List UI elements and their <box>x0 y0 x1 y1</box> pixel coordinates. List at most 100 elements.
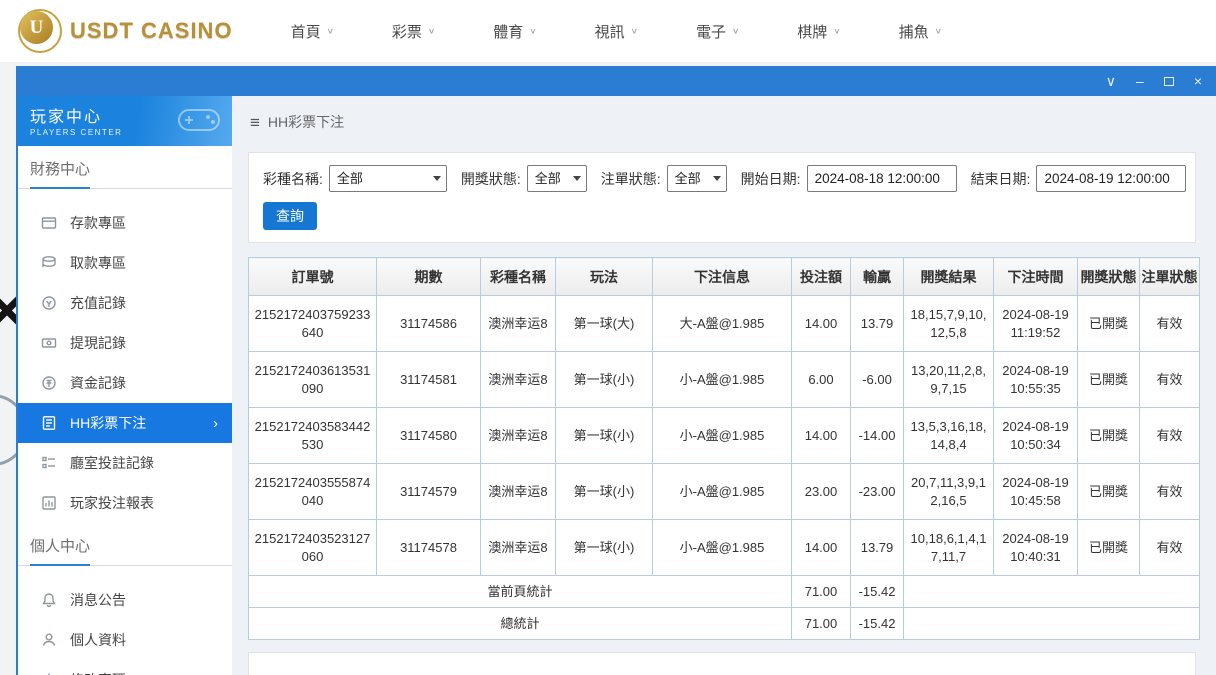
menu-toggle-icon[interactable]: ≡ <box>250 114 260 131</box>
cell-win-loss: -6.00 <box>850 351 904 408</box>
cell-bet-time: 2024-08-19 10:40:31 <box>993 519 1078 576</box>
sidebar-item-player-bet-report[interactable]: 玩家投注報表 <box>18 483 232 523</box>
draw-status-select-wrap: 全部 <box>526 165 587 192</box>
cell-bet-info: 小-A盤@1.985 <box>652 519 792 576</box>
cell-draw-status: 已開獎 <box>1077 407 1140 464</box>
col-header-period: 期數 <box>376 257 481 296</box>
search-button[interactable]: 查詢 <box>263 202 317 230</box>
table-row: 2152172403555874040 31174579 澳洲幸运8 第一球(小… <box>248 463 1200 520</box>
summary-row-current-page: 當前頁統計 71.00 -15.42 <box>248 575 1200 608</box>
nav-item-lottery[interactable]: 彩票 ∨ <box>392 21 435 42</box>
sidebar-items-personal: 消息公告 個人資料 修改密碼 <box>18 566 232 675</box>
collapse-chevron-icon[interactable]: ∨ <box>1106 74 1116 88</box>
sidebar-section-finance: 財務中心 <box>18 146 232 189</box>
table-header-row: 訂單號 期數 彩種名稱 玩法 下注信息 投注額 輸贏 開獎結果 下注時間 開獎狀… <box>248 257 1200 296</box>
col-header-bet-info: 下注信息 <box>652 257 792 296</box>
sidebar-item-withdraw[interactable]: 取款專區 <box>18 243 232 283</box>
lottery-bet-icon <box>40 415 57 432</box>
cell-draw-status: 已開獎 <box>1077 295 1140 352</box>
profile-icon <box>40 632 57 649</box>
cell-order-no: 2152172403523127060 <box>248 519 377 576</box>
cell-lottery-name: 澳洲幸运8 <box>480 463 556 520</box>
chevron-down-icon: ∨ <box>833 26 841 36</box>
sidebar-item-hall-bet-records[interactable]: 廳室投註記錄 <box>18 443 232 483</box>
nav-label: 電子 <box>695 23 726 41</box>
window-titlebar: ∨ – × <box>18 66 1216 96</box>
nav-label: 棋牌 <box>797 23 828 41</box>
order-status-select[interactable]: 全部 <box>667 166 726 191</box>
cell-bet-time: 2024-08-19 10:50:34 <box>993 407 1078 464</box>
nav-item-live[interactable]: 視訊 ∨ <box>595 21 638 42</box>
sidebar-item-announcements[interactable]: 消息公告 <box>18 580 232 620</box>
sidebar-item-hh-lottery-bets[interactable]: HH彩票下注 › <box>18 403 232 443</box>
sidebar-item-label: 取款專區 <box>70 255 126 271</box>
cell-period: 31174579 <box>376 463 481 520</box>
cell-period: 31174578 <box>376 519 481 576</box>
start-date-input[interactable] <box>806 165 957 192</box>
chevron-down-icon: ∨ <box>326 26 334 36</box>
minimize-icon[interactable]: – <box>1136 74 1144 88</box>
pagination-area <box>248 652 1196 675</box>
cell-order-no: 2152172403759233640 <box>248 295 377 352</box>
bell-icon <box>40 592 57 609</box>
cell-win-loss: 13.79 <box>850 519 904 576</box>
col-header-bet-time: 下注時間 <box>993 257 1078 296</box>
nav-item-fishing[interactable]: 捕魚 ∨ <box>899 21 942 42</box>
col-header-lottery-name: 彩種名稱 <box>480 257 556 296</box>
summary-empty <box>903 575 1200 608</box>
summary-empty <box>903 607 1200 640</box>
cell-lottery-name: 澳洲幸运8 <box>480 351 556 408</box>
sidebar-item-funds-record[interactable]: 資金記錄 <box>18 363 232 403</box>
cell-play-type: 第一球(小) <box>555 407 653 464</box>
lottery-name-select[interactable]: 全部 <box>329 166 446 191</box>
sidebar-item-cashout-record[interactable]: 提現記錄 <box>18 323 232 363</box>
section-heading: 個人中心 <box>30 535 91 566</box>
cell-play-type: 第一球(小) <box>555 519 653 576</box>
sidebar-item-recharge-record[interactable]: 充值記錄 <box>18 283 232 323</box>
nav-item-home[interactable]: 首頁 ∨ <box>291 21 334 42</box>
summary-row-grand-total: 總統計 71.00 -15.42 <box>248 607 1200 640</box>
lottery-name-select-wrap: 全部 <box>328 165 447 192</box>
filter-panel: 彩種名稱: 全部 開獎狀態: 全部 注單狀態: 全部 開始日期: 2024-08… <box>248 152 1196 243</box>
cell-order-status: 有效 <box>1139 463 1200 520</box>
cell-bet-info: 小-A盤@1.985 <box>652 351 792 408</box>
cell-draw-status: 已開獎 <box>1077 463 1140 520</box>
section-heading: 財務中心 <box>30 158 91 189</box>
close-icon[interactable]: × <box>1194 74 1202 88</box>
draw-status-select[interactable]: 全部 <box>527 166 586 191</box>
nav-label: 體育 <box>493 23 524 41</box>
cell-lottery-name: 澳洲幸运8 <box>480 295 556 352</box>
bets-table: 訂單號 期數 彩種名稱 玩法 下注信息 投注額 輸贏 開獎結果 下注時間 開獎狀… <box>248 257 1200 640</box>
nav-label: 視訊 <box>594 23 625 41</box>
cell-draw-result: 18,15,7,9,10,12,5,8 <box>903 295 994 352</box>
player-report-icon <box>40 495 57 512</box>
summary-win-loss-total: -15.42 <box>850 607 904 640</box>
lottery-name-label: 彩種名稱: <box>263 170 323 187</box>
cell-order-status: 有效 <box>1139 295 1200 352</box>
cell-draw-status: 已開獎 <box>1077 351 1140 408</box>
summary-label: 當前頁統計 <box>248 575 792 608</box>
cell-order-status: 有效 <box>1139 351 1200 408</box>
window-body: 玩家中心 PLAYERS CENTER 財務中心 存款專區 取款專區 充值記錄 … <box>18 96 1216 675</box>
withdraw-icon <box>40 255 57 272</box>
maximize-icon[interactable] <box>1163 76 1174 86</box>
nav-item-cards[interactable]: 棋牌 ∨ <box>797 21 840 42</box>
cell-draw-result: 13,20,11,2,8,9,7,15 <box>903 351 994 408</box>
order-status-label: 注單狀態: <box>600 170 661 187</box>
table-row: 2152172403583442530 31174580 澳洲幸运8 第一球(小… <box>248 407 1200 464</box>
draw-status-label: 開獎狀態: <box>460 170 521 187</box>
end-date-input[interactable] <box>1036 165 1187 192</box>
nav-item-sports[interactable]: 體育 ∨ <box>493 21 536 42</box>
page-title: HH彩票下注 <box>267 114 345 130</box>
chevron-down-icon: ∨ <box>630 26 638 36</box>
nav-item-slots[interactable]: 電子 ∨ <box>696 21 739 42</box>
cell-win-loss: -14.00 <box>850 407 904 464</box>
sidebar-item-change-password[interactable]: 修改密碼 <box>18 660 232 675</box>
sidebar-item-profile[interactable]: 個人資料 <box>18 620 232 660</box>
sidebar-item-deposit[interactable]: 存款專區 <box>18 203 232 243</box>
cell-draw-result: 10,18,6,1,4,17,11,7 <box>903 519 994 576</box>
cell-period: 31174581 <box>376 351 481 408</box>
nav-label: 捕魚 <box>898 23 929 41</box>
logo-text: USDT CASINO <box>70 18 233 43</box>
table-row: 2152172403613531090 31174581 澳洲幸运8 第一球(小… <box>248 351 1200 408</box>
